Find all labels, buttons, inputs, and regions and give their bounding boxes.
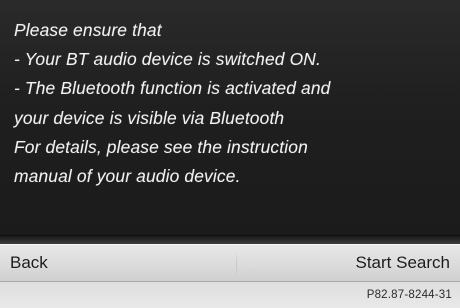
bluetooth-audio-dialog: Please ensure that - Your BT audio devic… bbox=[0, 0, 460, 308]
instruction-line: Please ensure that bbox=[14, 20, 162, 40]
instruction-line: your device is visible via Bluetooth bbox=[14, 107, 285, 128]
panel-separator bbox=[0, 236, 460, 244]
message-panel: Please ensure that - Your BT audio devic… bbox=[0, 0, 460, 236]
instruction-text: Please ensure that - Your BT audio devic… bbox=[14, 16, 450, 191]
reference-code: P82.87-8244-31 bbox=[366, 289, 452, 301]
action-bar: Back Start Search bbox=[0, 244, 460, 282]
image-footer: P82.87-8244-31 bbox=[0, 282, 460, 308]
instruction-line: For details, please see the instruction bbox=[14, 136, 308, 157]
back-button[interactable]: Back bbox=[10, 245, 48, 281]
instruction-line: - The Bluetooth function is activated an… bbox=[14, 78, 331, 99]
instruction-line: manual of your audio device. bbox=[14, 166, 241, 187]
button-divider bbox=[236, 251, 237, 277]
start-search-button[interactable]: Start Search bbox=[356, 245, 451, 281]
instruction-line: - Your BT audio device is switched ON. bbox=[14, 49, 321, 70]
